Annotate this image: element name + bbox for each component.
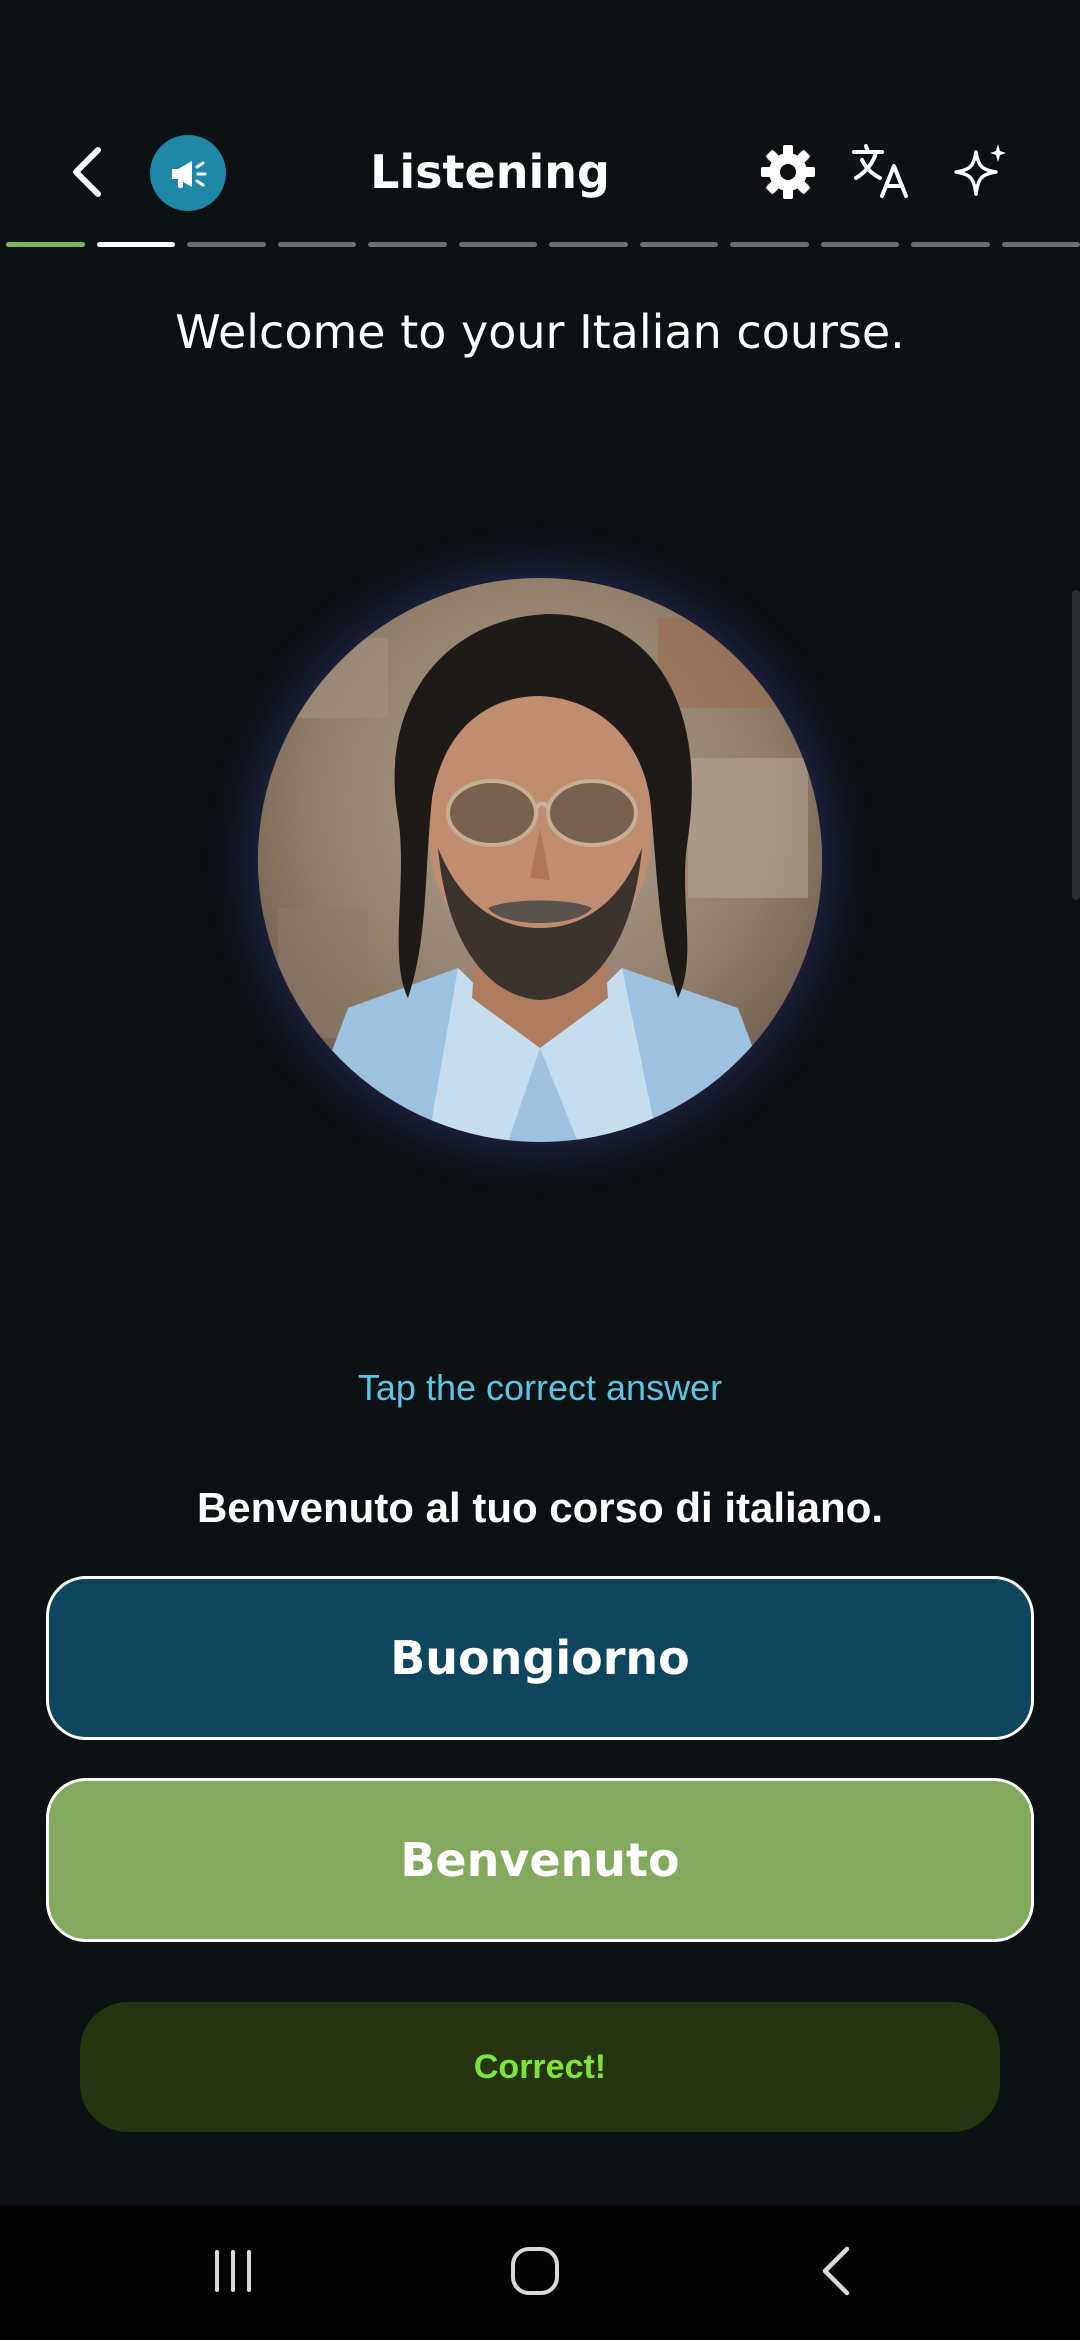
progress-segment bbox=[639, 242, 718, 247]
progress-segment bbox=[368, 242, 447, 247]
recent-apps-button[interactable] bbox=[188, 2236, 278, 2306]
megaphone-icon bbox=[172, 161, 207, 188]
progress-segment bbox=[458, 242, 537, 247]
translate-icon bbox=[852, 144, 908, 198]
lesson-screen: Listening Welcome to your Italian course… bbox=[0, 0, 1080, 2340]
scroll-indicator[interactable] bbox=[1072, 590, 1080, 900]
home-button[interactable] bbox=[490, 2236, 580, 2306]
speaker-portrait bbox=[258, 578, 822, 1142]
sparkle-icon bbox=[954, 144, 1006, 196]
feedback-banner: Correct! bbox=[80, 2002, 1000, 2132]
italian-sentence: Benvenuto al tuo corso di italiano. bbox=[196, 1484, 884, 1531]
english-prompt: Welcome to your Italian course. bbox=[175, 305, 905, 359]
progress-segment bbox=[549, 242, 628, 247]
progress-segment bbox=[1001, 242, 1080, 247]
gear-icon bbox=[761, 145, 815, 199]
progress-segment bbox=[6, 242, 85, 247]
answer-option-buongiorno[interactable]: Buongiorno bbox=[46, 1576, 1034, 1740]
progress-segment bbox=[277, 242, 356, 247]
progress-segment bbox=[820, 242, 899, 247]
system-navigation-bar bbox=[0, 2206, 1080, 2340]
chevron-left-icon bbox=[73, 147, 101, 197]
back-icon bbox=[822, 2246, 850, 2296]
translate-button[interactable] bbox=[846, 136, 916, 206]
page-title: Listening bbox=[370, 145, 610, 199]
progress-segment bbox=[96, 242, 175, 247]
progress-segment bbox=[730, 242, 809, 247]
header-bar: Listening bbox=[0, 130, 1080, 214]
speaker-button[interactable] bbox=[150, 135, 226, 211]
portrait-image bbox=[258, 578, 822, 1142]
back-button[interactable] bbox=[56, 140, 120, 204]
progress-segment bbox=[187, 242, 266, 247]
instruction-text: Tap the correct answer bbox=[357, 1367, 723, 1408]
recent-apps-icon bbox=[215, 2250, 251, 2292]
home-icon bbox=[511, 2247, 559, 2295]
ai-assistant-button[interactable] bbox=[946, 136, 1016, 206]
lesson-progress-bar bbox=[6, 242, 1080, 248]
settings-button[interactable] bbox=[756, 140, 820, 204]
system-back-button[interactable] bbox=[792, 2236, 882, 2306]
progress-segment bbox=[911, 242, 990, 247]
answer-option-benvenuto[interactable]: Benvenuto bbox=[46, 1778, 1034, 1942]
